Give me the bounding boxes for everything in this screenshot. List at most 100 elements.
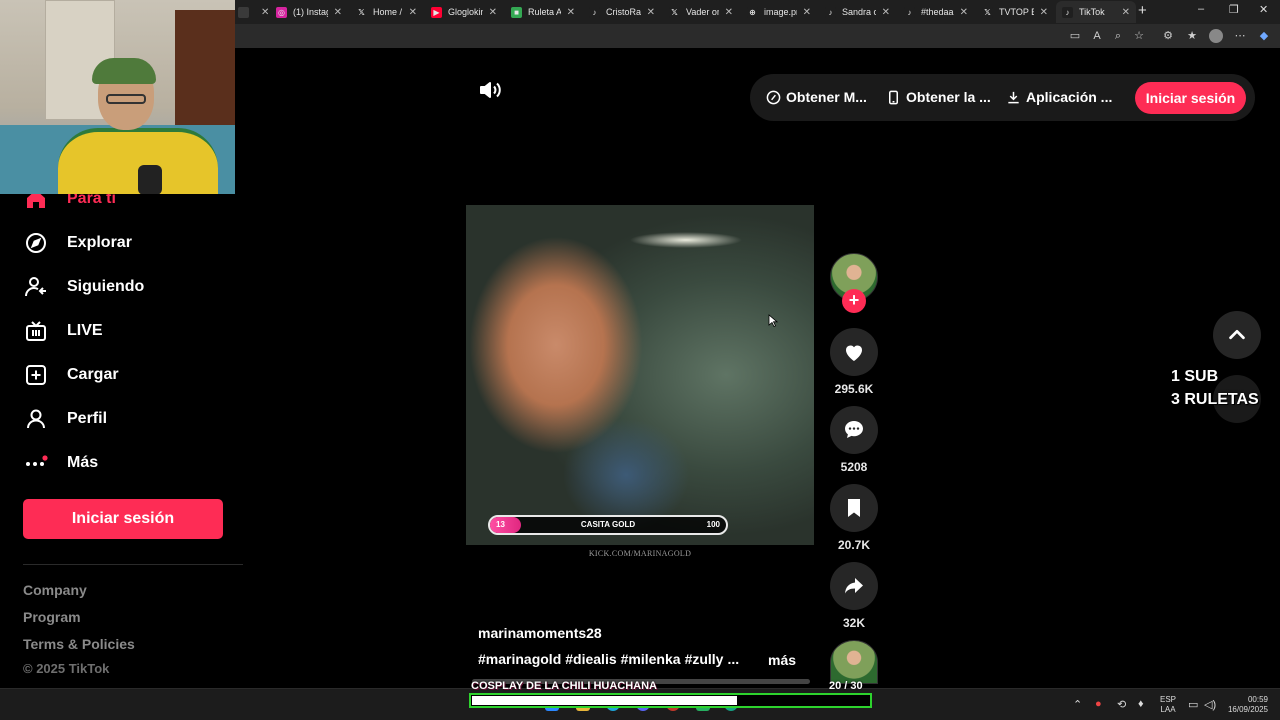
restore-button[interactable]: ❐: [1229, 3, 1239, 16]
tab-favicon-icon: ▶: [431, 6, 442, 18]
tab-close-icon[interactable]: ✕: [882, 7, 890, 18]
browser-tab[interactable]: ▶ Gloglokings ✕: [425, 1, 503, 23]
tab-close-icon[interactable]: ✕: [1040, 7, 1048, 18]
split-screen-icon[interactable]: ▭: [1068, 29, 1082, 43]
zoom-icon[interactable]: ⌕: [1111, 29, 1125, 43]
follow-button[interactable]: +: [842, 289, 866, 313]
menu-dots-icon[interactable]: ⋯: [1233, 29, 1247, 43]
hashtag-list: #marinagold #diealis #milenka #zully...: [478, 651, 743, 667]
tab-label: CristoRata: [606, 7, 641, 17]
video-player[interactable]: CASITA GOLD 13 100: [466, 205, 814, 545]
lang-line1: ESP: [1160, 695, 1177, 704]
tab-label: Vader on X: [686, 7, 719, 17]
music-avatar[interactable]: [830, 640, 878, 684]
tab-favicon-icon: ♪: [1062, 6, 1073, 18]
more-caption-link[interactable]: más: [768, 652, 796, 668]
previous-video-button[interactable]: [1213, 311, 1261, 359]
tab-favicon-icon: 𝕏: [356, 6, 367, 18]
favorite-star-icon[interactable]: ☆: [1132, 29, 1146, 43]
browser-tab[interactable]: ■ Ruleta Aleatoria ✕: [505, 1, 581, 23]
webcam-overlay: [0, 0, 235, 194]
tray-display-icon[interactable]: ▭: [1188, 698, 1198, 711]
taskbar-clock[interactable]: 00:59 16/09/2025: [1224, 695, 1268, 715]
browser-tab[interactable]: ♪ #thedaario ✕: [898, 1, 974, 23]
tab-close-icon[interactable]: ✕: [725, 7, 733, 18]
tab-favicon-icon: ♪: [904, 6, 915, 18]
tab-favicon-icon: ⊕: [747, 6, 758, 18]
sidebar-item-explorar[interactable]: Explorar: [24, 228, 132, 258]
keyboard-language[interactable]: ESP LAA: [1160, 695, 1176, 715]
profile-avatar-icon[interactable]: [1209, 29, 1223, 43]
tab-favicon-icon: 𝕏: [669, 6, 680, 18]
browser-tab[interactable]: ♪ TikTok ✕: [1056, 1, 1136, 23]
hashtag[interactable]: #diealis: [565, 651, 616, 667]
close-window-button[interactable]: ✕: [1259, 3, 1268, 16]
mouse-cursor-icon: [768, 314, 778, 328]
tab-close-icon[interactable]: ✕: [1122, 7, 1130, 18]
footer-link[interactable]: Company: [23, 582, 87, 598]
browser-tab[interactable]: ♪ CristoRata ✕: [583, 1, 661, 23]
tray-chevron-icon[interactable]: ⌃: [1073, 698, 1082, 711]
get-coins-link[interactable]: Obtener M...: [766, 89, 867, 105]
sidebar-item-live[interactable]: LIVE: [24, 316, 103, 346]
header-login-button[interactable]: Iniciar sesión: [1135, 82, 1246, 114]
tab-label: TikTok: [1079, 7, 1105, 17]
hashtag[interactable]: #marinagold: [478, 651, 561, 667]
extensions-icon[interactable]: ⚙: [1161, 29, 1175, 43]
hashtag[interactable]: #milenka: [621, 651, 681, 667]
sidebar-item-siguiendo[interactable]: Siguiendo: [24, 272, 144, 302]
video-goal-progress: CASITA GOLD 13 100: [488, 515, 728, 535]
get-app-link[interactable]: Obtener la ...: [886, 89, 991, 105]
favorites-icon[interactable]: ★: [1185, 29, 1199, 43]
lang-line2: LAA: [1160, 705, 1176, 714]
stream-goal-bar: [469, 693, 872, 708]
stream-goal-fill: [472, 696, 737, 705]
hashtag[interactable]: #zully: [685, 651, 724, 667]
minimize-button[interactable]: –: [1198, 3, 1204, 15]
comment-button[interactable]: [830, 406, 878, 454]
upload-icon: [24, 363, 48, 387]
tab-close-icon[interactable]: ✕: [489, 7, 497, 18]
share-button[interactable]: [830, 562, 878, 610]
share-count: 32K: [842, 616, 865, 630]
tab-label: Home / X: [373, 7, 403, 17]
new-tab-button[interactable]: +: [1138, 2, 1147, 19]
tray-network-icon[interactable]: ⟲: [1117, 698, 1126, 711]
browser-tab[interactable]: 𝕏 TVTOP Esp ✕: [976, 1, 1054, 23]
browser-tab[interactable]: ♪ Sandra co ✕: [819, 1, 896, 23]
compass-icon: [24, 231, 48, 255]
translate-icon[interactable]: A: [1090, 29, 1104, 43]
tray-app-icon[interactable]: ●: [1095, 698, 1102, 710]
like-button[interactable]: [830, 328, 878, 376]
footer-link[interactable]: Program: [23, 609, 81, 625]
save-button[interactable]: [830, 484, 878, 532]
sidebar-item-m-s[interactable]: Más: [24, 448, 98, 478]
sidebar-item-cargar[interactable]: Cargar: [24, 360, 119, 390]
tab-close-icon[interactable]: ✕: [409, 7, 417, 18]
tray-volume-icon[interactable]: ◁): [1204, 698, 1216, 711]
webcam-door: [175, 10, 235, 140]
tab-close-icon[interactable]: ✕: [803, 7, 811, 18]
sidebar-login-button[interactable]: Iniciar sesión: [23, 499, 223, 539]
copilot-icon[interactable]: ◆: [1257, 29, 1271, 43]
sidebar-item-label: Siguiendo: [67, 278, 145, 295]
browser-tab[interactable]: encl✕: [232, 1, 268, 23]
sidebar-item-perfil[interactable]: Perfil: [24, 404, 107, 434]
author-username[interactable]: marinamoments28: [478, 625, 602, 641]
browser-tab[interactable]: ◎ (1) Instagram ✕: [270, 1, 348, 23]
tab-close-icon[interactable]: ✕: [960, 7, 968, 18]
download-app-link[interactable]: Aplicación ...: [1006, 89, 1112, 105]
footer-link[interactable]: Terms & Policies: [23, 636, 135, 652]
tab-close-icon[interactable]: ✕: [647, 7, 655, 18]
browser-tab[interactable]: 𝕏 Vader on X ✕: [663, 1, 739, 23]
browser-tab[interactable]: 𝕏 Home / X ✕: [350, 1, 423, 23]
tab-close-icon[interactable]: ✕: [567, 7, 575, 18]
tab-label: Gloglokings: [448, 7, 483, 17]
browser-tab[interactable]: ⊕ image.png ✕: [741, 1, 817, 23]
volume-icon[interactable]: [478, 78, 502, 102]
video-watermark: KICK.COM/MARINAGOLD: [588, 549, 692, 558]
tab-close-icon[interactable]: ✕: [334, 7, 342, 18]
tray-mic-icon[interactable]: ♦: [1138, 698, 1144, 710]
tab-close-icon[interactable]: ✕: [261, 7, 268, 18]
chevron-up-icon: [1229, 329, 1245, 340]
